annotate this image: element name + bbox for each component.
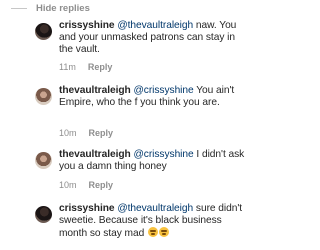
comment-time: 11m [59,62,76,72]
comment-text: crissyshine @thevaultraleigh sure didn't… [59,203,247,241]
comment-username[interactable]: crissyshine [59,20,115,31]
comment-meta: 10m Reply [59,180,113,190]
comment-mention[interactable]: @thevaultraleigh [117,203,193,214]
grimacing-face-emoji [159,227,169,238]
comment-username[interactable]: crissyshine [59,203,115,214]
comment-time: 10m [59,128,77,138]
hide-replies-label: Hide replies [36,2,90,14]
avatar[interactable] [35,206,52,223]
comment-meta: 11m Reply [59,62,112,72]
comment-mention[interactable]: @thevaultraleigh [117,20,193,31]
comment-username[interactable]: thevaultraleigh [59,149,131,160]
reply-button[interactable]: Reply [89,180,114,190]
comment-text: crissyshine @thevaultraleigh naw. You an… [59,20,247,57]
hide-replies-button[interactable]: Hide replies [11,1,90,15]
comment-meta: 10m Reply [59,128,113,138]
reply-button[interactable]: Reply [89,128,114,138]
comment-text: thevaultraleigh @crissyshine I didn't as… [59,149,247,173]
comment-time: 10m [59,180,77,190]
thread-line [11,7,27,9]
grimacing-face-emoji [148,227,158,238]
reply-button[interactable]: Reply [88,62,113,72]
comment-username[interactable]: thevaultraleigh [59,85,131,96]
comment-text: thevaultraleigh @crissyshine You ain't E… [59,85,247,109]
comment-mention[interactable]: @crissyshine [134,149,194,160]
avatar[interactable] [35,152,52,169]
avatar[interactable] [35,88,52,105]
comment-mention[interactable]: @crissyshine [134,85,194,96]
avatar[interactable] [35,23,52,40]
